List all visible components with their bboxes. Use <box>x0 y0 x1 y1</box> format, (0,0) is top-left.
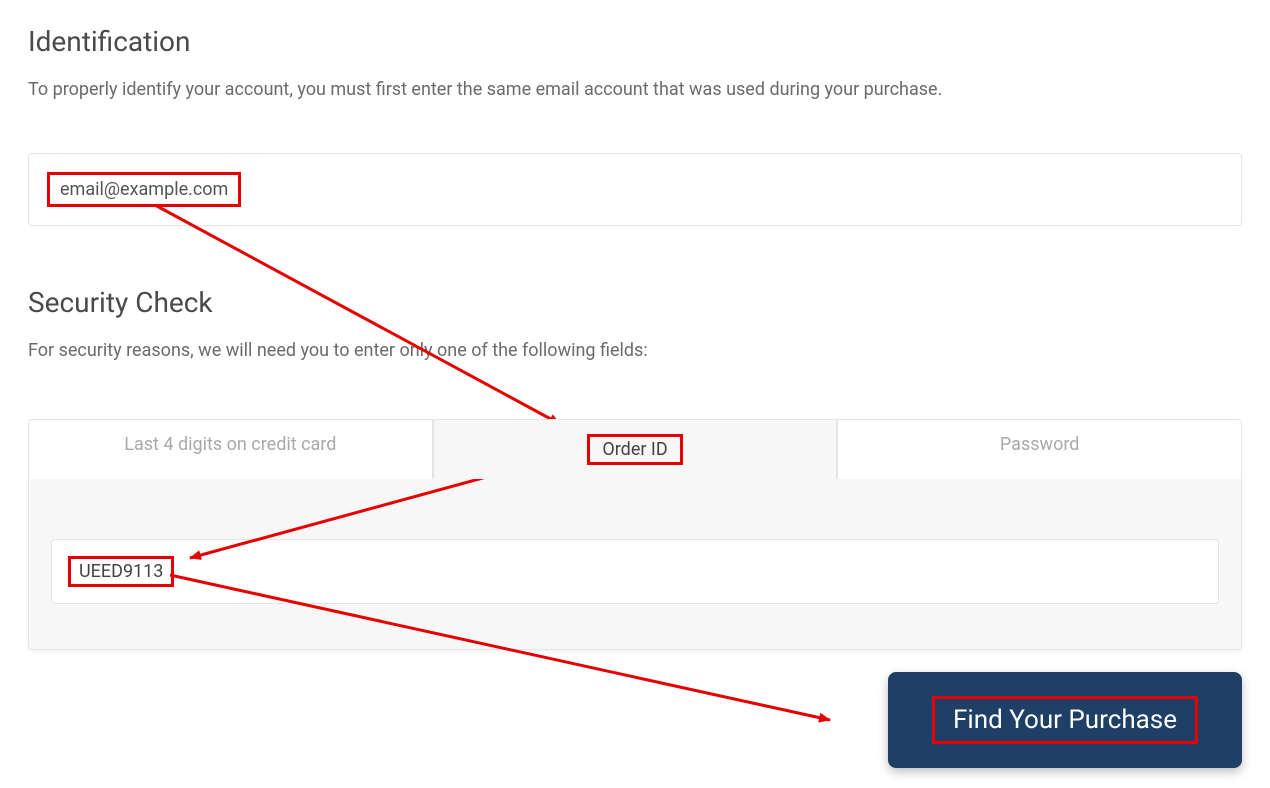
tab-order-id[interactable]: Order ID <box>433 419 838 479</box>
email-field-container: email@example.com <box>28 153 1242 226</box>
tab-credit-card-label: Last 4 digits on credit card <box>124 434 336 455</box>
tab-order-id-label: Order ID <box>587 434 682 465</box>
find-purchase-button[interactable]: Find Your Purchase <box>888 672 1242 768</box>
security-tabs: Last 4 digits on credit card Order ID Pa… <box>28 419 1242 479</box>
tab-credit-card[interactable]: Last 4 digits on credit card <box>28 419 433 479</box>
tab-password-label: Password <box>1000 434 1080 455</box>
order-id-input-wrap: UEED9113 <box>51 539 1219 604</box>
security-desc: For security reasons, we will need you t… <box>28 337 1242 364</box>
security-heading: Security Check <box>28 286 1242 319</box>
identification-heading: Identification <box>28 25 1242 58</box>
annotation-arrows-overlay <box>0 0 1270 788</box>
tab-password[interactable]: Password <box>837 419 1242 479</box>
email-input[interactable]: email@example.com <box>47 172 241 207</box>
tab-content-order-id: UEED9113 <box>28 479 1242 650</box>
find-purchase-label: Find Your Purchase <box>932 696 1198 744</box>
order-id-input[interactable]: UEED9113 <box>68 556 174 587</box>
identification-desc: To properly identify your account, you m… <box>28 76 1242 103</box>
